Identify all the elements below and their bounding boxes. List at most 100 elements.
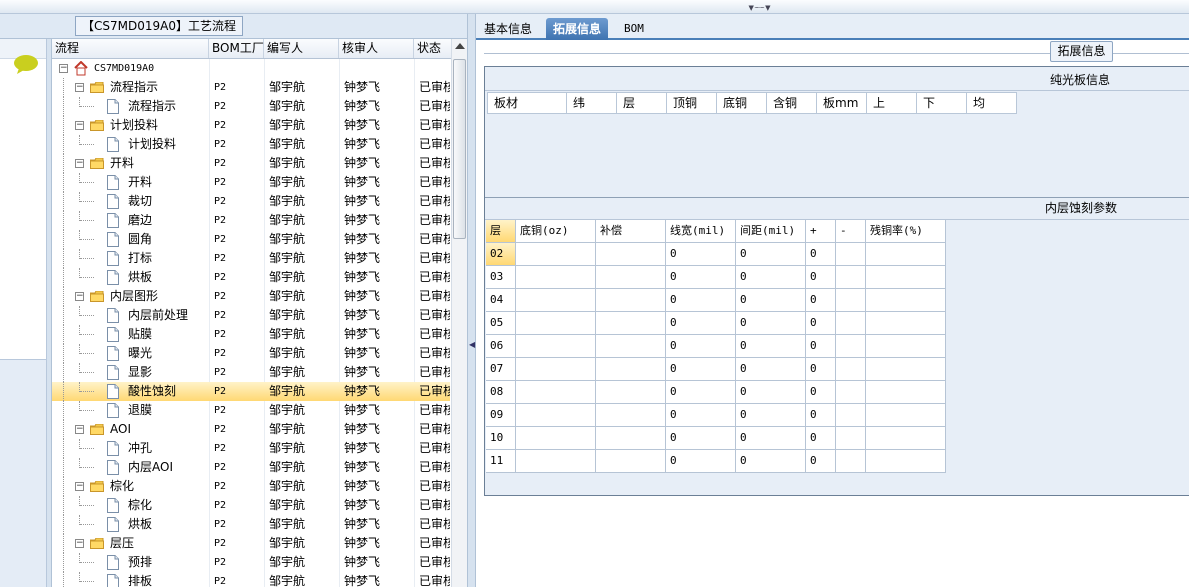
- etch-cell-plus[interactable]: 0: [806, 312, 836, 335]
- table-row[interactable]: − 计划投料 P2 邹宇航 钟梦飞 已审核: [52, 116, 450, 135]
- collapse-icon[interactable]: −: [75, 539, 84, 548]
- etch-cell-width[interactable]: 0: [666, 358, 736, 381]
- etch-cell-width[interactable]: 0: [666, 312, 736, 335]
- splitter-grip-icon[interactable]: ▼ ········ ▼: [727, 5, 791, 12]
- table-row[interactable]: − 内层图形 P2 邹宇航 钟梦飞 已审核: [52, 287, 450, 306]
- etch-cell-plus[interactable]: 0: [806, 266, 836, 289]
- etch-cell-comp[interactable]: [596, 358, 666, 381]
- table-row[interactable]: 内层前处理 P2 邹宇航 钟梦飞 已审核: [52, 306, 450, 325]
- collapse-icon[interactable]: −: [75, 159, 84, 168]
- collapse-icon[interactable]: −: [59, 64, 68, 73]
- col-header-author[interactable]: 编写人: [264, 39, 339, 58]
- etch-cell-plus[interactable]: 0: [806, 427, 836, 450]
- etch-cell-comp[interactable]: [596, 289, 666, 312]
- etch-cell-comp[interactable]: [596, 243, 666, 266]
- etch-cell-rate[interactable]: [866, 427, 946, 450]
- table-row[interactable]: 棕化 P2 邹宇航 钟梦飞 已审核: [52, 496, 450, 515]
- etch-cell-comp[interactable]: [596, 312, 666, 335]
- etch-cell-minus[interactable]: [836, 404, 866, 427]
- table-row[interactable]: 打标 P2 邹宇航 钟梦飞 已审核: [52, 249, 450, 268]
- table-row[interactable]: 流程指示 P2 邹宇航 钟梦飞 已审核: [52, 97, 450, 116]
- etch-cell-comp[interactable]: [596, 427, 666, 450]
- etch-cell-minus[interactable]: [836, 427, 866, 450]
- etch-cell-layer[interactable]: 02: [486, 243, 516, 266]
- table-row[interactable]: 退膜 P2 邹宇航 钟梦飞 已审核: [52, 401, 450, 420]
- extended-info-button[interactable]: 拓展信息: [1050, 41, 1113, 62]
- table-row[interactable]: 酸性蚀刻 P2 邹宇航 钟梦飞 已审核: [52, 382, 450, 401]
- etch-cell-base[interactable]: [516, 404, 596, 427]
- etch-cell-plus[interactable]: 0: [806, 450, 836, 473]
- etch-cell-base[interactable]: [516, 312, 596, 335]
- etch-cell-base[interactable]: [516, 243, 596, 266]
- table-row[interactable]: 开料 P2 邹宇航 钟梦飞 已审核: [52, 173, 450, 192]
- etch-cell-width[interactable]: 0: [666, 289, 736, 312]
- table-row[interactable]: 曝光 P2 邹宇航 钟梦飞 已审核: [52, 344, 450, 363]
- table-row[interactable]: 冲孔 P2 邹宇航 钟梦飞 已审核: [52, 439, 450, 458]
- table-row[interactable]: 排板 P2 邹宇航 钟梦飞 已审核: [52, 572, 450, 587]
- etch-cell-width[interactable]: 0: [666, 450, 736, 473]
- etch-cell-rate[interactable]: [866, 266, 946, 289]
- table-row[interactable]: − 流程指示 P2 邹宇航 钟梦飞 已审核: [52, 78, 450, 97]
- table-row[interactable]: 预排 P2 邹宇航 钟梦飞 已审核: [52, 553, 450, 572]
- collapse-icon[interactable]: −: [75, 482, 84, 491]
- table-row[interactable]: − 开料 P2 邹宇航 钟梦飞 已审核: [52, 154, 450, 173]
- etch-cell-width[interactable]: 0: [666, 404, 736, 427]
- table-row[interactable]: 烘板 P2 邹宇航 钟梦飞 已审核: [52, 515, 450, 534]
- scroll-thumb[interactable]: [453, 59, 466, 239]
- etch-cell-comp[interactable]: [596, 450, 666, 473]
- etch-cell-layer[interactable]: 05: [486, 312, 516, 335]
- etch-cell-base[interactable]: [516, 450, 596, 473]
- table-row[interactable]: 圆角 P2 邹宇航 钟梦飞 已审核: [52, 230, 450, 249]
- etch-cell-plus[interactable]: 0: [806, 289, 836, 312]
- etch-cell-minus[interactable]: [836, 450, 866, 473]
- etch-cell-rate[interactable]: [866, 450, 946, 473]
- etch-cell-minus[interactable]: [836, 381, 866, 404]
- etch-cell-width[interactable]: 0: [666, 381, 736, 404]
- collapse-icon[interactable]: −: [75, 121, 84, 130]
- etch-cell-base[interactable]: [516, 266, 596, 289]
- etch-cell-base[interactable]: [516, 335, 596, 358]
- etch-cell-minus[interactable]: [836, 358, 866, 381]
- etch-cell-plus[interactable]: 0: [806, 381, 836, 404]
- etch-cell-layer[interactable]: 03: [486, 266, 516, 289]
- etch-cell-rate[interactable]: [866, 381, 946, 404]
- etch-cell-width[interactable]: 0: [666, 243, 736, 266]
- table-row[interactable]: 裁切 P2 邹宇航 钟梦飞 已审核: [52, 192, 450, 211]
- etch-cell-minus[interactable]: [836, 312, 866, 335]
- speech-bubble-icon[interactable]: [13, 54, 39, 74]
- etch-cell-space[interactable]: 0: [736, 289, 806, 312]
- etch-cell-comp[interactable]: [596, 335, 666, 358]
- col-header-reviewer[interactable]: 核审人: [339, 39, 414, 58]
- table-row[interactable]: − CS7MD019A0: [52, 59, 450, 78]
- tab-bom[interactable]: BOM: [617, 18, 651, 40]
- table-row[interactable]: 贴膜 P2 邹宇航 钟梦飞 已审核: [52, 325, 450, 344]
- etch-cell-comp[interactable]: [596, 381, 666, 404]
- table-row[interactable]: − 棕化 P2 邹宇航 钟梦飞 已审核: [52, 477, 450, 496]
- etch-cell-space[interactable]: 0: [736, 243, 806, 266]
- etch-cell-comp[interactable]: [596, 266, 666, 289]
- etch-cell-plus[interactable]: 0: [806, 404, 836, 427]
- etch-cell-width[interactable]: 0: [666, 427, 736, 450]
- table-row[interactable]: 烘板 P2 邹宇航 钟梦飞 已审核: [52, 268, 450, 287]
- etch-cell-base[interactable]: [516, 358, 596, 381]
- etch-cell-minus[interactable]: [836, 266, 866, 289]
- etch-cell-layer[interactable]: 08: [486, 381, 516, 404]
- table-row[interactable]: − 层压 P2 邹宇航 钟梦飞 已审核: [52, 534, 450, 553]
- etch-cell-rate[interactable]: [866, 289, 946, 312]
- collapse-icon[interactable]: −: [75, 425, 84, 434]
- col-header-bom[interactable]: BOM工厂: [209, 39, 264, 58]
- etch-cell-layer[interactable]: 04: [486, 289, 516, 312]
- table-row[interactable]: − AOI P2 邹宇航 钟梦飞 已审核: [52, 420, 450, 439]
- etch-cell-layer[interactable]: 07: [486, 358, 516, 381]
- etch-cell-space[interactable]: 0: [736, 312, 806, 335]
- etch-cell-layer[interactable]: 09: [486, 404, 516, 427]
- etch-cell-space[interactable]: 0: [736, 358, 806, 381]
- etch-cell-base[interactable]: [516, 381, 596, 404]
- etch-cell-plus[interactable]: 0: [806, 335, 836, 358]
- etch-cell-width[interactable]: 0: [666, 266, 736, 289]
- tab-basic-info[interactable]: 基本信息: [477, 18, 539, 40]
- table-row[interactable]: 计划投料 P2 邹宇航 钟梦飞 已审核: [52, 135, 450, 154]
- collapse-icon[interactable]: −: [75, 292, 84, 301]
- etch-cell-space[interactable]: 0: [736, 427, 806, 450]
- etch-cell-minus[interactable]: [836, 243, 866, 266]
